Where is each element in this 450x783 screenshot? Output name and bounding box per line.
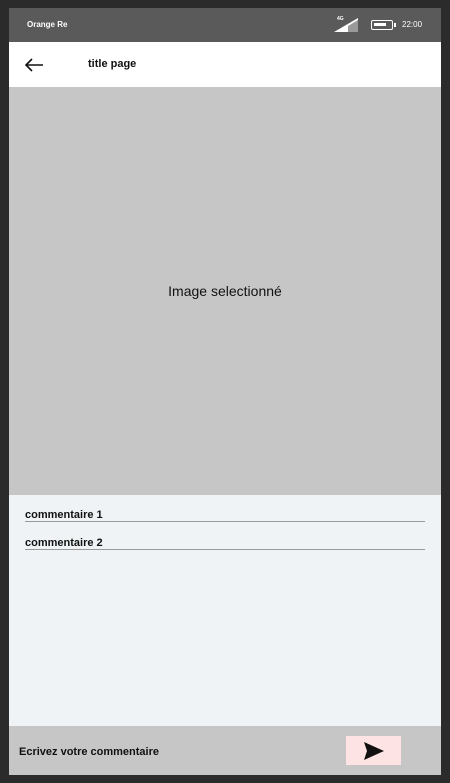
comment-text: commentaire 1 <box>25 509 103 521</box>
send-button[interactable] <box>346 736 401 765</box>
battery-icon <box>371 20 393 30</box>
selected-image[interactable]: Image selectionné <box>9 87 441 495</box>
comment-text: commentaire 2 <box>25 537 103 549</box>
signal-icon <box>334 18 358 32</box>
back-button[interactable] <box>23 54 45 76</box>
comment-composer <box>9 726 441 775</box>
clock: 22:00 <box>402 20 423 29</box>
send-icon <box>363 741 384 760</box>
comment-item: commentaire 1 <box>25 495 425 522</box>
carrier-name: Orange Re <box>27 20 68 29</box>
app-bar: title page <box>9 42 441 87</box>
comment-item: commentaire 2 <box>25 523 425 550</box>
image-label: Image selectionné <box>168 283 282 299</box>
battery-tip <box>394 23 396 27</box>
comment-input[interactable] <box>19 745 319 759</box>
phone-screen: Orange Re 4G 22:00 title page Image sele… <box>9 8 441 775</box>
page-title: title page <box>88 58 137 70</box>
status-bar: Orange Re 4G 22:00 <box>9 8 441 42</box>
arrow-left-icon <box>24 58 43 72</box>
